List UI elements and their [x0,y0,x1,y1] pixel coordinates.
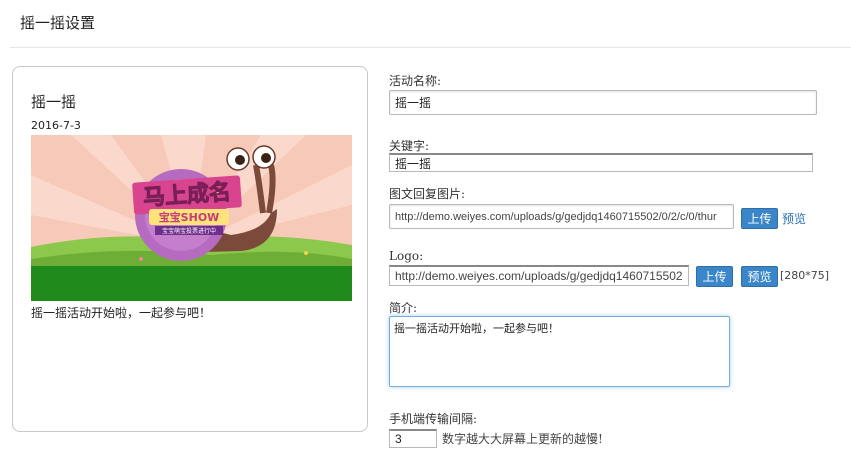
reply-image-url-input[interactable]: http://demo.weiyes.com/uploads/g/gedjdq1… [389,204,734,229]
reply-image-preview-link[interactable]: 预览 [782,210,806,227]
reply-image-upload-button[interactable]: 上传 [741,208,778,229]
keyword-label: 关键字: [389,139,430,153]
header-divider [10,47,851,48]
activity-name-input[interactable]: 摇一摇 [389,90,817,115]
preview-banner-image: 马上成名 宝宝SHOW 宝宝萌宝投票进行中 [31,135,352,301]
preview-description: 摇一摇活动开始啦，一起参与吧！ [31,306,212,320]
snail-banner-illustration: 马上成名 宝宝SHOW 宝宝萌宝投票进行中 [31,135,352,301]
banner-ribbon: 宝宝萌宝投票进行中 [162,227,216,235]
preview-date: 2016-7-3 [31,119,81,132]
intro-textarea[interactable]: 摇一摇活动开始啦，一起参与吧！ [389,316,730,387]
interval-hint: 数字越大大屏幕上更新的越慢! [442,432,603,446]
logo-label: Logo: [389,249,424,263]
logo-preview-button[interactable]: 预览 [741,266,778,287]
interval-input[interactable]: 3 [389,429,437,448]
logo-size-hint: [280*75] [780,269,830,282]
intro-label: 简介: [389,301,418,315]
activity-name-label: 活动名称: [389,74,442,88]
preview-title: 摇一摇 [31,93,77,111]
page-title: 摇一摇设置 [20,14,96,32]
preview-card: 摇一摇 2016-7-3 马上成名 宝宝SHOW 宝宝萌宝投票进行中 摇一摇活动… [12,66,368,432]
reply-image-label: 图文回复图片: [389,187,466,201]
logo-url-input[interactable]: http://demo.weiyes.com/uploads/g/gedjdq1… [389,265,689,286]
keyword-input[interactable]: 摇一摇 [389,153,813,172]
banner-badge: 宝宝SHOW [159,210,220,224]
interval-label: 手机端传输间隔: [389,412,478,426]
logo-upload-button[interactable]: 上传 [696,266,733,287]
